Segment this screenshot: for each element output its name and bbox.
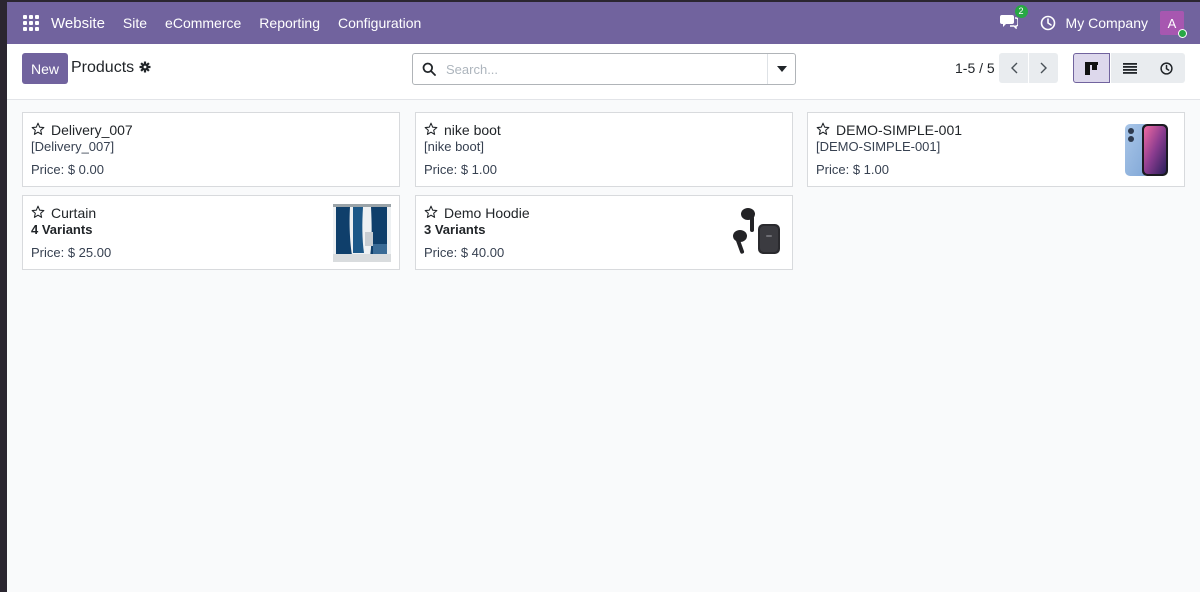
- gear-icon[interactable]: [139, 60, 151, 78]
- product-price: Price: $ 0.00: [31, 162, 104, 177]
- menu-site[interactable]: Site: [123, 15, 147, 31]
- product-card[interactable]: Curtain 4 Variants Price: $ 25.00: [22, 195, 400, 270]
- company-switcher[interactable]: My Company: [1066, 15, 1148, 31]
- new-button[interactable]: New: [22, 53, 68, 84]
- product-variants: 4 Variants: [31, 222, 93, 237]
- apps-grid-icon[interactable]: [23, 15, 39, 31]
- product-name: Demo Hoodie: [444, 205, 530, 221]
- product-name: Curtain: [51, 205, 97, 221]
- product-card[interactable]: Delivery_007 [Delivery_007] Price: $ 0.0…: [22, 112, 400, 187]
- curtain-image: [333, 204, 391, 262]
- product-price: Price: $ 1.00: [424, 162, 497, 177]
- chat-icon: [999, 14, 1019, 30]
- activity-view-button[interactable]: [1148, 53, 1185, 83]
- avatar-letter: A: [1167, 15, 1177, 31]
- messages-button[interactable]: 2: [999, 4, 1028, 34]
- page-title: Products: [71, 59, 135, 76]
- product-name: DEMO-SIMPLE-001: [836, 122, 963, 138]
- clock-icon: [1160, 61, 1173, 75]
- phone-image: [1125, 124, 1168, 176]
- menu-ecommerce[interactable]: eCommerce: [165, 15, 241, 31]
- product-card[interactable]: nike boot [nike boot] Price: $ 1.00: [415, 112, 793, 187]
- earbuds-image: [733, 208, 780, 254]
- caret-down-icon: [776, 66, 787, 72]
- control-panel: New Products Search... 1-5 / 5: [7, 44, 1200, 100]
- product-price: Price: $ 40.00: [424, 245, 505, 260]
- product-card[interactable]: Demo Hoodie 3 Variants Price: $ 40.00: [415, 195, 793, 270]
- search-input[interactable]: [446, 61, 756, 77]
- product-card[interactable]: DEMO-SIMPLE-001 [DEMO-SIMPLE-001] Price:…: [807, 112, 1185, 187]
- menu-configuration[interactable]: Configuration: [338, 15, 421, 31]
- product-name: nike boot: [444, 122, 501, 138]
- activities-button[interactable]: [1040, 15, 1056, 31]
- product-reference: [nike boot]: [424, 139, 484, 154]
- product-name: Delivery_007: [51, 122, 133, 138]
- chevron-left-icon: [1010, 62, 1017, 74]
- product-price: Price: $ 1.00: [816, 162, 889, 177]
- search-bar[interactable]: [412, 53, 796, 85]
- product-reference: [DEMO-SIMPLE-001]: [816, 139, 941, 154]
- product-price: Price: $ 25.00: [31, 245, 112, 260]
- messages-count-badge: 2: [1014, 4, 1028, 18]
- kanban-view-button[interactable]: [1073, 53, 1110, 83]
- top-navbar: Website Site eCommerce Reporting Configu…: [7, 2, 1200, 44]
- app-brand[interactable]: Website: [51, 15, 105, 32]
- online-status-dot: [1178, 29, 1187, 38]
- list-view-button[interactable]: [1111, 53, 1148, 83]
- product-reference: [Delivery_007]: [31, 139, 115, 154]
- clock-icon: [1040, 15, 1055, 31]
- pager-value[interactable]: 1-5 / 5: [955, 60, 995, 76]
- user-avatar[interactable]: A: [1160, 11, 1187, 38]
- search-icon: [422, 62, 436, 76]
- product-variants: 3 Variants: [424, 222, 486, 237]
- list-icon: [1122, 62, 1137, 74]
- navbar-systray: 2 My Company A: [999, 2, 1200, 44]
- pager-previous-button[interactable]: [999, 53, 1028, 83]
- menu-reporting[interactable]: Reporting: [259, 15, 320, 31]
- chevron-right-icon: [1040, 62, 1047, 74]
- search-options-toggle[interactable]: [767, 54, 795, 84]
- kanban-icon: [1085, 61, 1098, 75]
- app-window: Website Site eCommerce Reporting Configu…: [7, 2, 1200, 592]
- pager-next-button[interactable]: [1029, 53, 1058, 83]
